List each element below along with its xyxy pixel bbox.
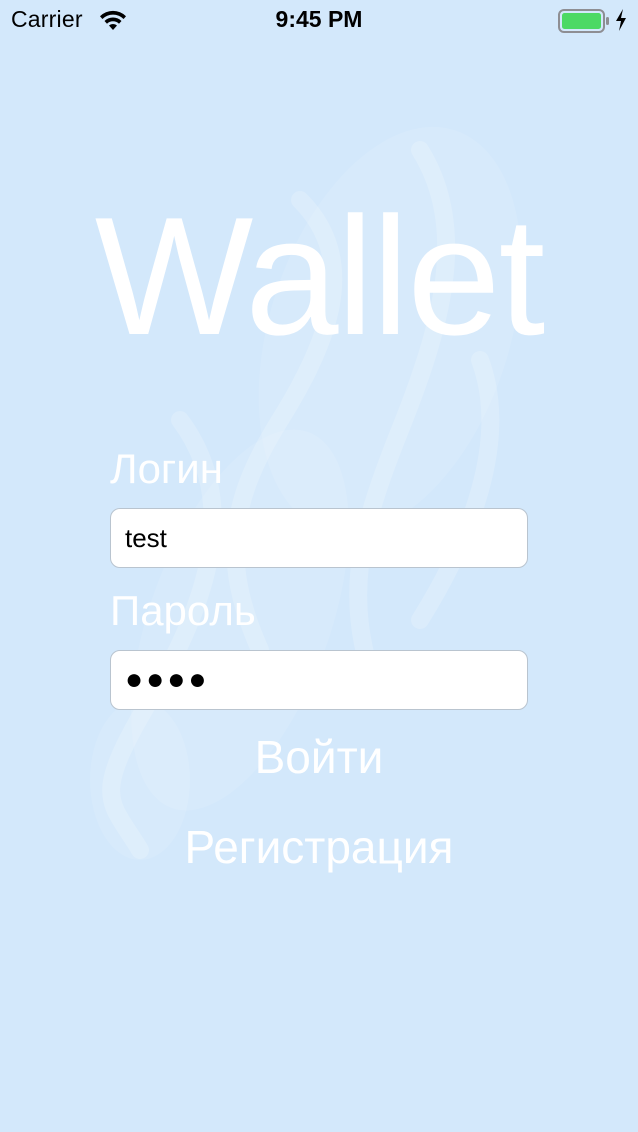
status-bar: Carrier 9:45 PM bbox=[0, 0, 638, 40]
app-title: Wallet bbox=[94, 182, 546, 370]
login-screen: Carrier 9:45 PM Wallet Логин Пароль Войт… bbox=[0, 0, 638, 1132]
login-label: Логин bbox=[110, 445, 223, 492]
login-button[interactable]: Войти bbox=[0, 730, 638, 784]
password-input[interactable] bbox=[110, 650, 528, 710]
status-time: 9:45 PM bbox=[275, 6, 363, 32]
bolt-icon bbox=[616, 9, 626, 31]
login-input[interactable] bbox=[110, 508, 528, 568]
battery-icon bbox=[558, 9, 609, 33]
register-button[interactable]: Регистрация bbox=[0, 820, 638, 874]
password-label: Пароль bbox=[110, 587, 256, 634]
